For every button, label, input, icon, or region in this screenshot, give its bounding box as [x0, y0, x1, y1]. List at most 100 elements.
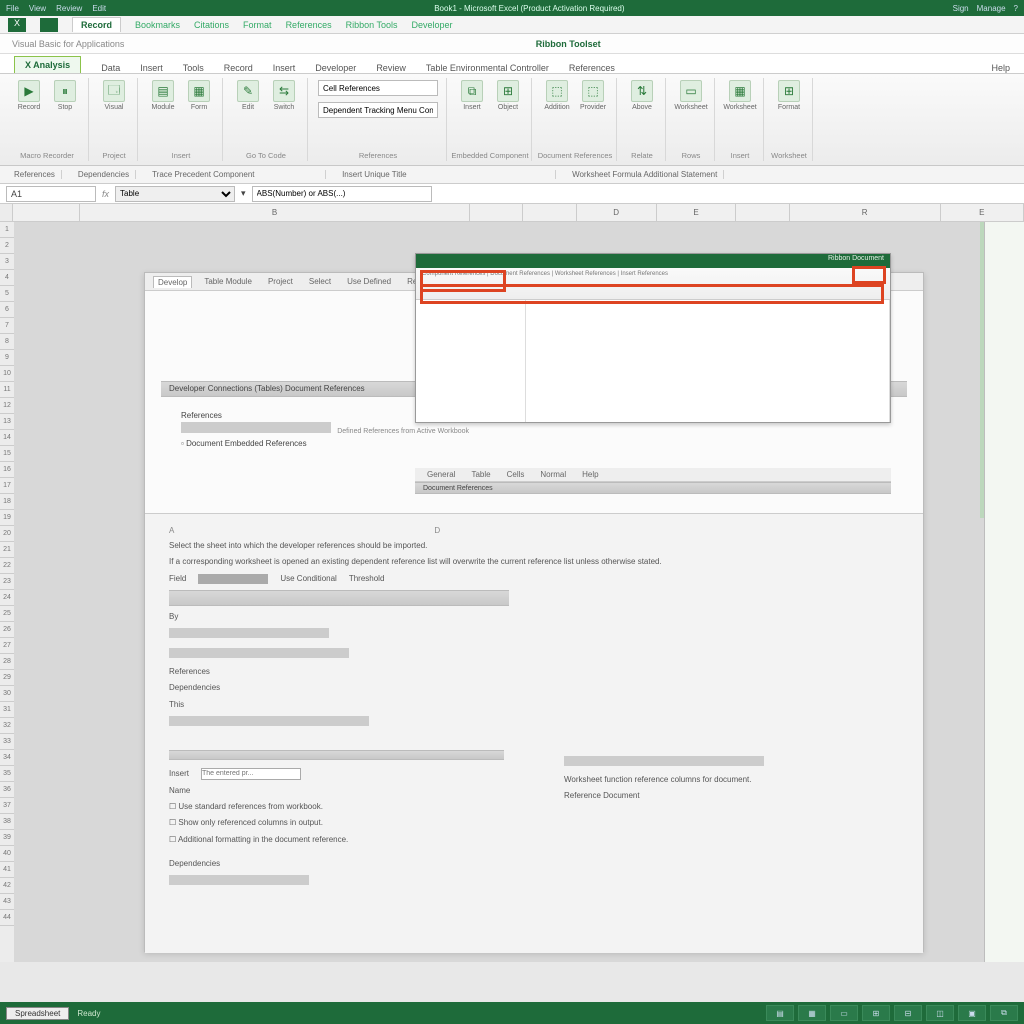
view-mode-button[interactable]: ▭ — [830, 1005, 858, 1021]
row-header[interactable]: 6 — [0, 302, 14, 318]
row-header[interactable]: 42 — [0, 878, 14, 894]
row-header[interactable]: 8 — [0, 334, 14, 350]
editor-tab[interactable]: Use Defined — [343, 276, 395, 287]
lower-tab[interactable]: Cells — [503, 469, 529, 480]
opt-item[interactable]: References — [8, 170, 62, 179]
ribbon-tab[interactable]: Developer — [315, 63, 356, 73]
row-header[interactable]: 17 — [0, 478, 14, 494]
ribbon-tab[interactable]: Table Environmental Controller — [426, 63, 549, 73]
row-header[interactable]: 19 — [0, 510, 14, 526]
ribbon-button[interactable]: ⊞Object — [493, 80, 523, 116]
row-header[interactable]: 9 — [0, 350, 14, 366]
row-header[interactable]: 35 — [0, 766, 14, 782]
ribbon-button[interactable]: ⏸Stop — [50, 80, 80, 116]
qa-item[interactable]: View — [29, 4, 46, 13]
row-header[interactable]: 14 — [0, 430, 14, 446]
checkbox-option[interactable]: Use standard references from workbook. — [169, 802, 504, 812]
formula-input[interactable] — [252, 186, 432, 202]
row-header[interactable]: 13 — [0, 414, 14, 430]
ribbon-button[interactable]: ⧉Insert — [457, 80, 487, 116]
menubar-item[interactable]: Bookmarks — [135, 20, 180, 30]
row-header[interactable]: 27 — [0, 638, 14, 654]
column-header[interactable] — [736, 204, 789, 221]
row-header[interactable]: 37 — [0, 798, 14, 814]
signin-link[interactable]: Sign — [953, 4, 969, 13]
ribbon-button[interactable]: ▦Form — [184, 80, 214, 116]
field-input[interactable] — [169, 875, 309, 885]
ribbon-tab[interactable]: Help — [991, 63, 1010, 73]
row-header[interactable]: 18 — [0, 494, 14, 510]
ribbon-button[interactable]: 🗔Visual — [99, 80, 129, 116]
row-header[interactable]: 38 — [0, 814, 14, 830]
row-header[interactable]: 10 — [0, 366, 14, 382]
select-all-corner[interactable] — [0, 204, 13, 221]
ribbon-button[interactable]: ▦Worksheet — [725, 80, 755, 116]
menubar-item[interactable]: Format — [243, 20, 272, 30]
row-header[interactable]: 3 — [0, 254, 14, 270]
row-header[interactable]: 39 — [0, 830, 14, 846]
row-header[interactable]: 41 — [0, 862, 14, 878]
ribbon-button[interactable]: ⊞Format — [774, 80, 804, 116]
row-header[interactable]: 21 — [0, 542, 14, 558]
ribbon-tab[interactable]: Data — [101, 63, 120, 73]
ribbon-tab[interactable]: Insert — [273, 63, 296, 73]
column-header[interactable]: E — [941, 204, 1024, 221]
opt-item[interactable]: Trace Precedent Component — [146, 170, 326, 179]
row-header[interactable]: 34 — [0, 750, 14, 766]
row-header[interactable]: 30 — [0, 686, 14, 702]
tab-record[interactable]: Record — [72, 17, 121, 32]
row-header[interactable]: 4 — [0, 270, 14, 286]
field-input[interactable] — [181, 422, 331, 433]
column-header[interactable]: B — [80, 204, 470, 221]
view-mode-button[interactable]: ▤ — [766, 1005, 794, 1021]
row-header[interactable]: 5 — [0, 286, 14, 302]
view-mode-button[interactable]: ⊟ — [894, 1005, 922, 1021]
field-input[interactable] — [169, 716, 369, 726]
row-header[interactable]: 29 — [0, 670, 14, 686]
name-box[interactable]: A1 — [6, 186, 96, 202]
row-header[interactable]: 20 — [0, 526, 14, 542]
qa-item[interactable]: Edit — [92, 4, 106, 13]
menubar-item[interactable]: References — [286, 20, 332, 30]
row-header[interactable]: 15 — [0, 446, 14, 462]
row-header[interactable]: 44 — [0, 910, 14, 926]
view-mode-button[interactable]: ⧉ — [990, 1005, 1018, 1021]
menubar-item[interactable]: Developer — [411, 20, 452, 30]
ribbon-button[interactable]: ▭Worksheet — [676, 80, 706, 116]
editor-tab[interactable]: Develop — [153, 276, 192, 288]
qa-item[interactable]: Review — [56, 4, 82, 13]
row-header[interactable]: 31 — [0, 702, 14, 718]
ribbon-button[interactable]: ⬚Provider — [578, 80, 608, 116]
ribbon-tab[interactable]: Review — [376, 63, 406, 73]
ribbon-button[interactable]: ⇆Switch — [269, 80, 299, 116]
row-header[interactable]: 11 — [0, 382, 14, 398]
row-header[interactable]: 12 — [0, 398, 14, 414]
row-header[interactable]: 1 — [0, 222, 14, 238]
checkbox-option[interactable]: Additional formatting in the document re… — [169, 835, 504, 845]
opt-item[interactable]: Worksheet Formula Additional Statement — [566, 170, 724, 179]
ribbon-tab[interactable]: Insert — [140, 63, 163, 73]
row-header[interactable]: 32 — [0, 718, 14, 734]
field-input[interactable] — [169, 648, 349, 658]
column-header[interactable]: D — [577, 204, 657, 221]
column-header[interactable] — [523, 204, 576, 221]
view-mode-button[interactable]: ◫ — [926, 1005, 954, 1021]
field-input[interactable] — [198, 574, 268, 584]
opt-item[interactable]: Dependencies — [72, 170, 136, 179]
row-header[interactable]: 36 — [0, 782, 14, 798]
ribbon-button[interactable]: ▶Record — [14, 80, 44, 116]
row-header[interactable]: 28 — [0, 654, 14, 670]
ribbon-tab[interactable]: References — [569, 63, 615, 73]
ribbon-button[interactable]: ⇅Above — [627, 80, 657, 116]
view-mode-button[interactable]: ▦ — [798, 1005, 826, 1021]
manage-link[interactable]: Manage — [977, 4, 1006, 13]
ribbon-button[interactable]: ⬚Addition — [542, 80, 572, 116]
editor-tab[interactable]: Table Module — [200, 276, 256, 287]
ribbon-tab[interactable]: Record — [224, 63, 253, 73]
chevron-down-icon[interactable]: ▾ — [241, 188, 246, 199]
row-header[interactable]: 22 — [0, 558, 14, 574]
checkbox-option[interactable]: Show only referenced columns in output. — [169, 818, 504, 828]
ribbon-input[interactable] — [318, 80, 438, 96]
help-icon[interactable]: ? — [1014, 4, 1018, 13]
column-header[interactable]: E — [657, 204, 737, 221]
